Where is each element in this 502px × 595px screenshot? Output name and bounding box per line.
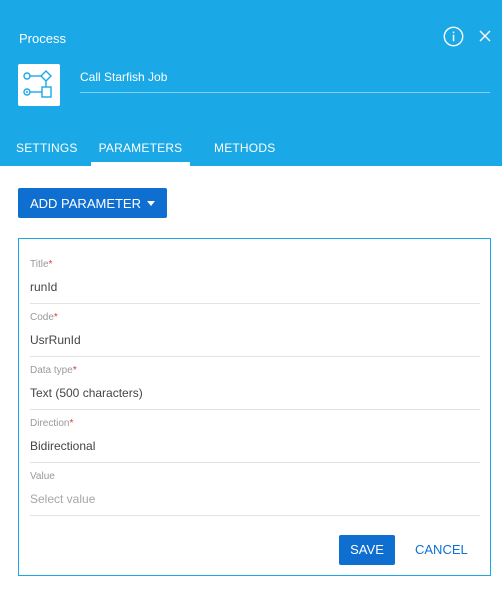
process-header: Process Call Starfish Job SETTINGS PARAM…: [0, 0, 502, 166]
direction-label: Direction*: [30, 418, 73, 429]
data-type-select[interactable]: Text (500 characters): [30, 386, 143, 400]
data-type-field[interactable]: Data type* Text (500 characters): [30, 365, 480, 413]
value-field[interactable]: Value Select value: [30, 471, 480, 519]
process-icon: [18, 64, 60, 106]
required-mark: *: [48, 259, 53, 270]
title-field[interactable]: Title* runId: [30, 259, 480, 307]
field-divider: [30, 515, 480, 516]
process-flow-icon: [23, 70, 52, 98]
process-name[interactable]: Call Starfish Job: [80, 70, 167, 84]
add-parameter-button[interactable]: ADD PARAMETER: [18, 188, 167, 218]
direction-label-text: Direction: [30, 418, 70, 429]
save-button[interactable]: SAVE: [339, 535, 395, 565]
active-tab-indicator: [91, 162, 190, 166]
info-icon[interactable]: [443, 26, 464, 47]
data-type-label: Data type*: [30, 365, 77, 376]
tab-settings[interactable]: SETTINGS: [16, 141, 78, 166]
value-label: Value: [30, 471, 55, 482]
title-label-text: Title: [30, 259, 49, 270]
code-label: Code*: [30, 312, 58, 323]
value-input[interactable]: Select value: [30, 492, 95, 506]
field-divider: [30, 462, 480, 463]
required-mark: *: [72, 365, 77, 376]
parameter-form: Title* runId Code* UsrRunId Data type* T…: [18, 238, 491, 576]
process-name-underline: [80, 92, 490, 93]
title-input[interactable]: runId: [30, 280, 57, 294]
code-label-text: Code: [30, 312, 54, 323]
title-label: Title*: [30, 259, 52, 270]
header-title: Process: [19, 31, 66, 46]
direction-field[interactable]: Direction* Bidirectional: [30, 418, 480, 466]
tab-methods[interactable]: METHODS: [214, 141, 275, 166]
cancel-button[interactable]: CANCEL: [415, 535, 471, 565]
code-input[interactable]: UsrRunId: [30, 333, 81, 347]
code-field[interactable]: Code* UsrRunId: [30, 312, 480, 360]
close-icon[interactable]: [477, 28, 493, 44]
required-mark: *: [69, 418, 74, 429]
field-divider: [30, 303, 480, 304]
direction-select[interactable]: Bidirectional: [30, 439, 95, 453]
add-parameter-label: ADD PARAMETER: [30, 196, 141, 211]
tab-bar: SETTINGS PARAMETERS METHODS: [0, 141, 502, 166]
caret-down-icon: [147, 201, 155, 206]
field-divider: [30, 356, 480, 357]
data-type-label-text: Data type: [30, 365, 73, 376]
required-mark: *: [53, 312, 58, 323]
field-divider: [30, 409, 480, 410]
